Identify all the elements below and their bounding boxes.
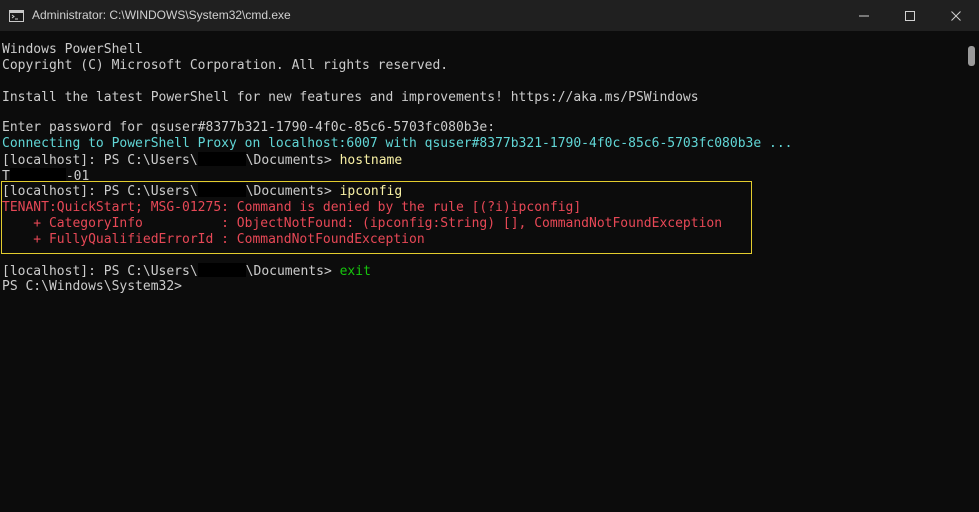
prompt-line: [localhost]: PS C:\Users\ \Documents> hos…: [2, 152, 402, 168]
maximize-icon: [905, 11, 915, 21]
scrollbar-thumb[interactable]: [968, 46, 975, 66]
minimize-button[interactable]: [841, 0, 887, 31]
terminal-window: Administrator: C:\WINDOWS\System32\cmd.e…: [0, 0, 979, 512]
redacted-username: [197, 152, 246, 166]
console-line: Install the latest PowerShell for new fe…: [2, 90, 699, 105]
redacted-username: [197, 263, 246, 277]
final-prompt: PS C:\Windows\System32>: [2, 279, 183, 294]
console-line: Connecting to PowerShell Proxy on localh…: [2, 136, 793, 151]
command-text: exit: [339, 264, 371, 279]
close-button[interactable]: [933, 0, 979, 31]
highlight-box: [1, 181, 752, 254]
prompt-line: [localhost]: PS C:\Users\ \Documents> exi…: [2, 263, 371, 279]
title-bar[interactable]: Administrator: C:\WINDOWS\System32\cmd.e…: [0, 0, 979, 31]
prompt-suffix: \Documents>: [245, 153, 340, 168]
cmd-app-icon[interactable]: [9, 9, 24, 22]
window-title: Administrator: C:\WINDOWS\System32\cmd.e…: [32, 8, 291, 22]
prompt-suffix: \Documents>: [245, 264, 340, 279]
maximize-button[interactable]: [887, 0, 933, 31]
vertical-scrollbar[interactable]: [964, 31, 979, 512]
redacted-hostname: [9, 168, 66, 182]
close-icon: [951, 11, 961, 21]
console-line: Copyright (C) Microsoft Corporation. All…: [2, 58, 449, 73]
command-text: hostname: [339, 153, 403, 168]
prompt-prefix: [localhost]: PS C:\Users\: [2, 153, 198, 168]
minimize-icon: [859, 15, 869, 17]
console-output[interactable]: Windows PowerShell Copyright (C) Microso…: [0, 31, 964, 512]
prompt-prefix: [localhost]: PS C:\Users\: [2, 264, 198, 279]
console-line: Enter password for qsuser#8377b321-1790-…: [2, 120, 496, 135]
console-line: Windows PowerShell: [2, 42, 143, 57]
